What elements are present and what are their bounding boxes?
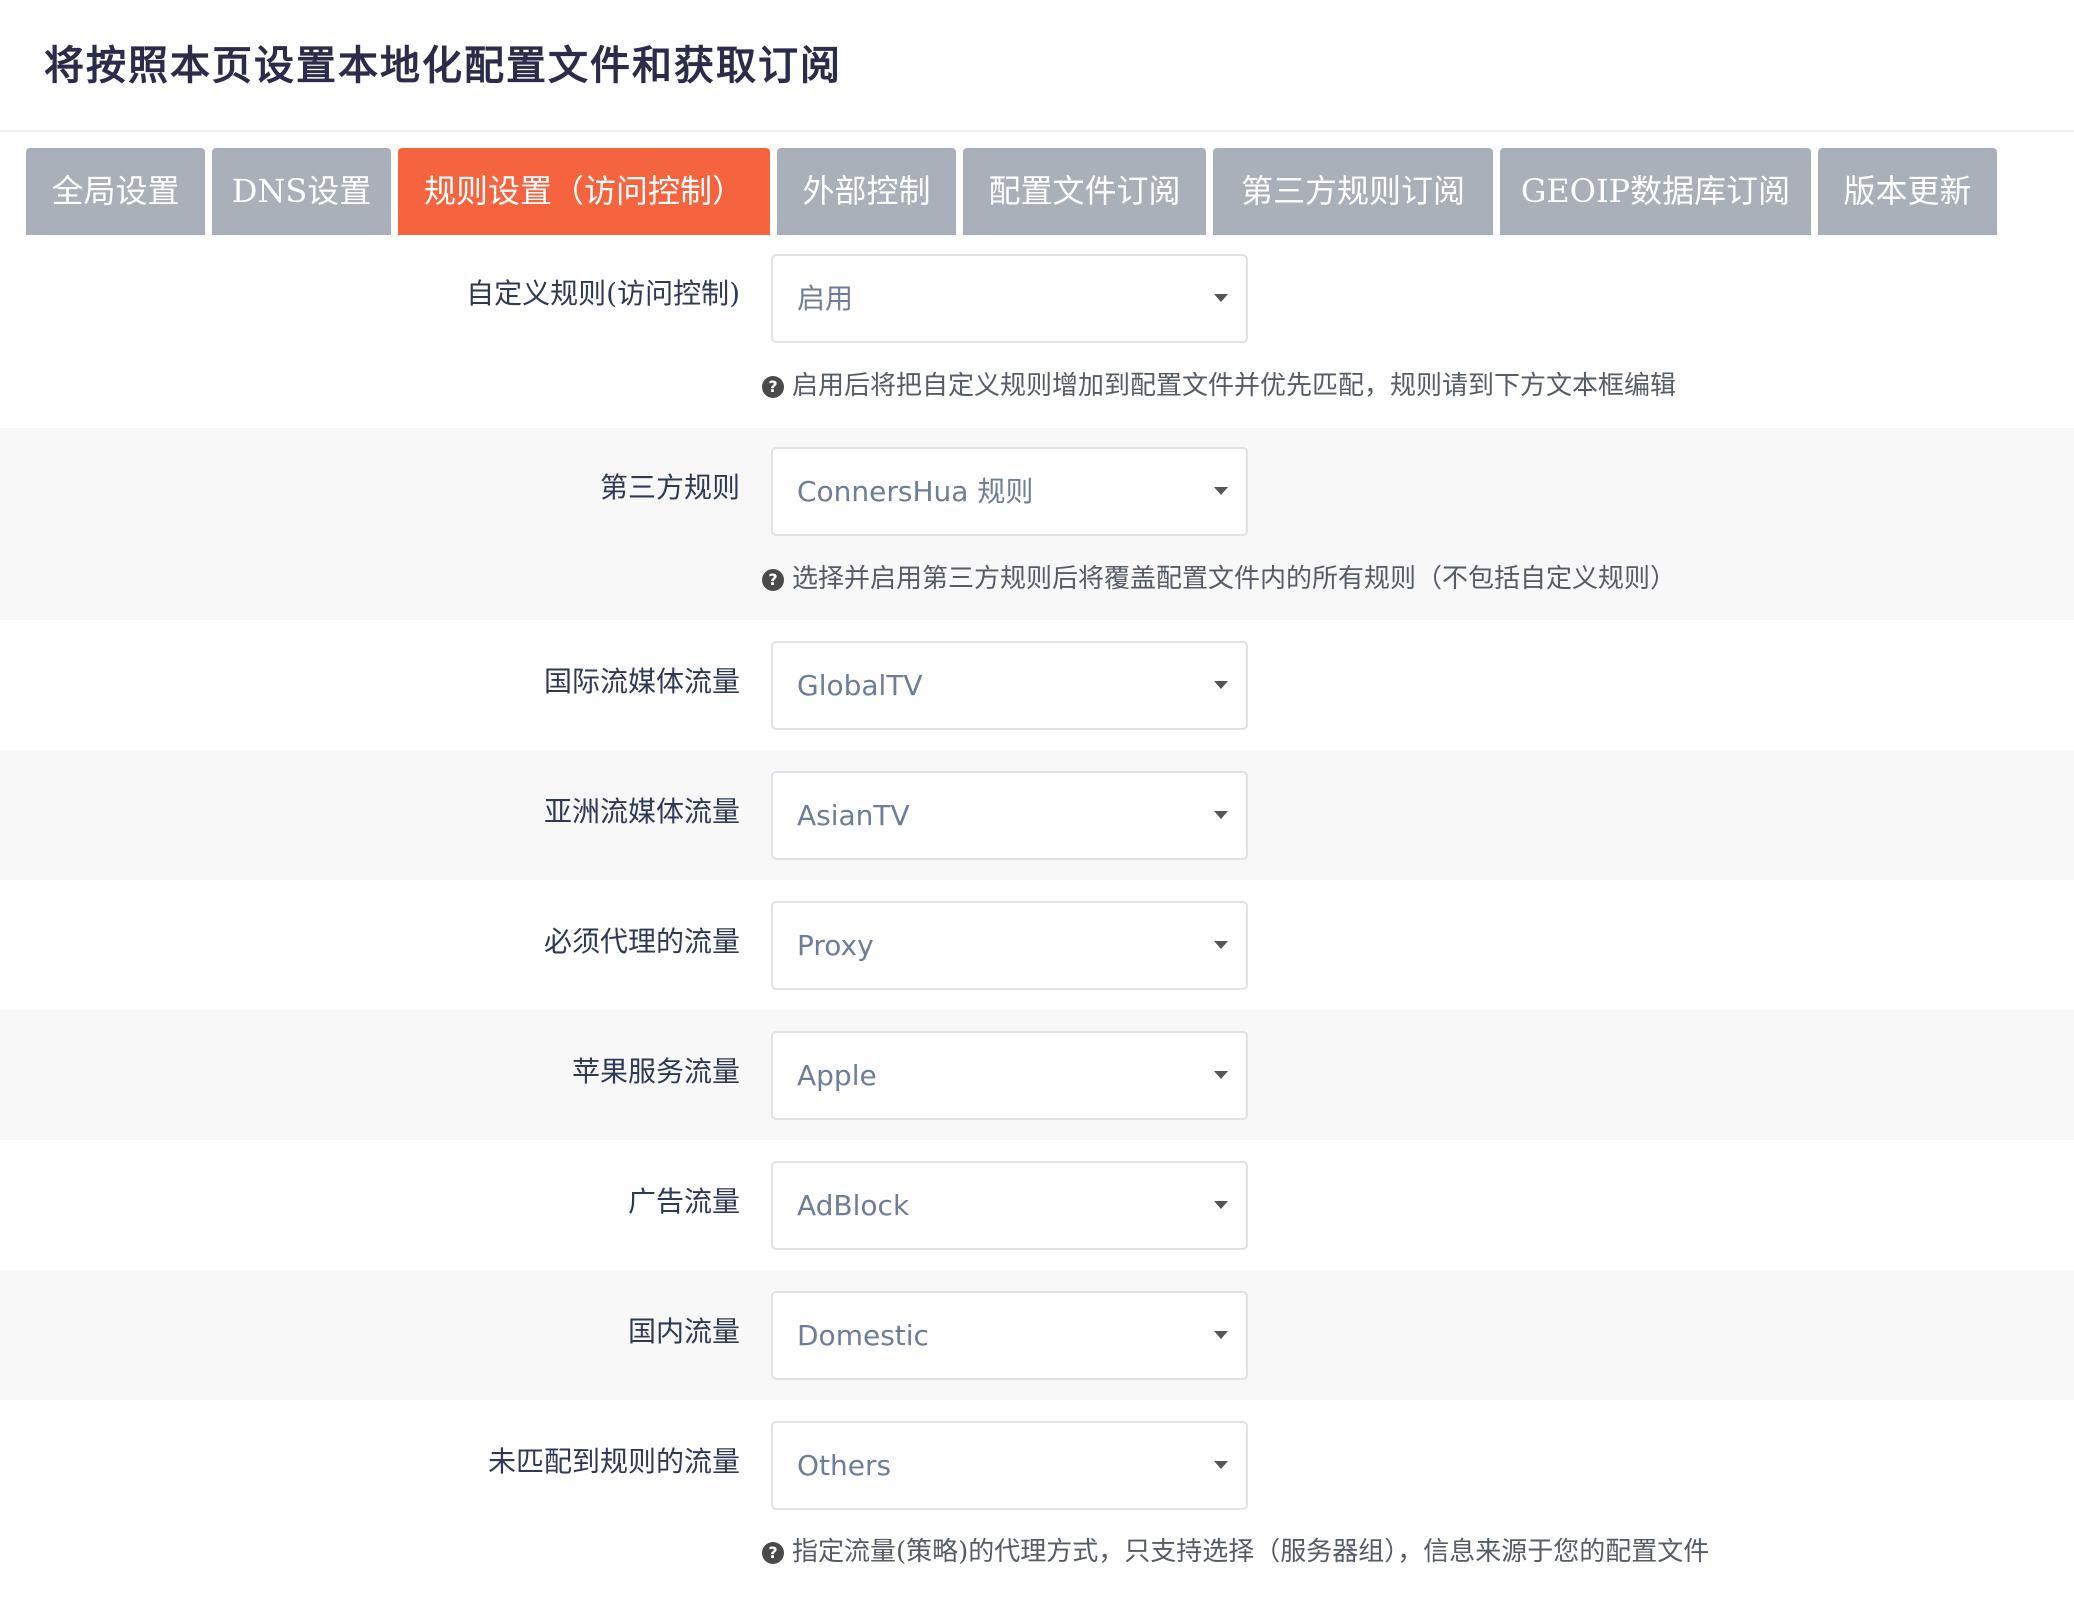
tab-third-party-rule-subscription[interactable]: 第三方规则订阅: [1213, 148, 1493, 235]
help-text-unmatched-traffic: ? 指定流量(策略)的代理方式，只支持选择（服务器组），信息来源于您的配置文件: [762, 1534, 1709, 1570]
field-label-proxy-traffic: 必须代理的流量: [543, 925, 740, 958]
caret-down-icon: [1214, 487, 1228, 495]
field-label-apple-traffic: 苹果服务流量: [571, 1055, 740, 1088]
form-row-third-party-rules: 第三方规则 ConnersHua 规则 ? 选择并启用第三方规则后将覆盖配置文件内…: [0, 428, 2074, 620]
ad-traffic-select[interactable]: AdBlock: [771, 1161, 1248, 1250]
caret-down-icon: [1214, 1331, 1228, 1339]
field-label-global-streaming: 国际流媒体流量: [543, 665, 740, 698]
select-value: Apple: [797, 1059, 877, 1092]
tab-version-update[interactable]: 版本更新: [1818, 148, 1997, 235]
form-row-global-streaming: 国际流媒体流量 GlobalTV: [0, 620, 2074, 750]
tab-dns-settings[interactable]: DNS设置: [212, 148, 391, 235]
third-party-rules-select[interactable]: ConnersHua 规则: [771, 447, 1248, 536]
form-row-proxy-traffic: 必须代理的流量 Proxy: [0, 880, 2074, 1010]
field-label-third-party-rules: 第三方规则: [599, 471, 740, 504]
select-value: Others: [797, 1449, 892, 1482]
caret-down-icon: [1214, 811, 1228, 819]
select-value: ConnersHua 规则: [797, 475, 1034, 508]
select-value: 启用: [797, 282, 854, 315]
title-divider: [0, 130, 2074, 132]
form-row-custom-rules: 自定义规则(访问控制) 启用 ? 启用后将把自定义规则增加到配置文件并优先匹配，规…: [0, 236, 2074, 428]
caret-down-icon: [1214, 941, 1228, 949]
form-row-unmatched-traffic: 未匹配到规则的流量 Others ? 指定流量(策略)的代理方式，只支持选择（服务…: [0, 1400, 2074, 1618]
domestic-traffic-select[interactable]: Domestic: [771, 1291, 1248, 1380]
tab-rule-settings[interactable]: 规则设置（访问控制）: [398, 148, 770, 235]
field-label-domestic-traffic: 国内流量: [627, 1315, 740, 1348]
unmatched-traffic-select[interactable]: Others: [771, 1421, 1248, 1510]
form-row-ad-traffic: 广告流量 AdBlock: [0, 1140, 2074, 1270]
caret-down-icon: [1214, 1201, 1228, 1209]
help-text-third-party-rules: ? 选择并启用第三方规则后将覆盖配置文件内的所有规则（不包括自定义规则）: [762, 561, 1676, 597]
apple-traffic-select[interactable]: Apple: [771, 1031, 1248, 1120]
help-text-custom-rules: ? 启用后将把自定义规则增加到配置文件并优先匹配，规则请到下方文本框编辑: [762, 368, 1676, 404]
caret-down-icon: [1214, 1071, 1228, 1079]
question-circle-icon: ?: [762, 569, 784, 591]
tab-geoip-subscription[interactable]: GEOIP数据库订阅: [1500, 148, 1811, 235]
form-row-apple-traffic: 苹果服务流量 Apple: [0, 1010, 2074, 1140]
select-value: Proxy: [797, 929, 874, 962]
field-label-asian-streaming: 亚洲流媒体流量: [543, 795, 740, 828]
field-label-ad-traffic: 广告流量: [627, 1185, 740, 1218]
form-row-domestic-traffic: 国内流量 Domestic: [0, 1270, 2074, 1400]
select-value: AsianTV: [797, 799, 910, 832]
caret-down-icon: [1214, 1461, 1228, 1469]
custom-rules-select[interactable]: 启用: [771, 254, 1248, 343]
settings-tabs: 全局设置 DNS设置 规则设置（访问控制） 外部控制 配置文件订阅 第三方规则订…: [26, 148, 1997, 235]
select-value: GlobalTV: [797, 669, 923, 702]
caret-down-icon: [1214, 681, 1228, 689]
global-streaming-select[interactable]: GlobalTV: [771, 641, 1248, 730]
proxy-traffic-select[interactable]: Proxy: [771, 901, 1248, 990]
question-circle-icon: ?: [762, 376, 784, 398]
asian-streaming-select[interactable]: AsianTV: [771, 771, 1248, 860]
caret-down-icon: [1214, 294, 1228, 302]
tab-config-subscription[interactable]: 配置文件订阅: [963, 148, 1206, 235]
tab-external-control[interactable]: 外部控制: [777, 148, 956, 235]
tab-global-settings[interactable]: 全局设置: [26, 148, 205, 235]
field-label-unmatched-traffic: 未匹配到规则的流量: [487, 1445, 740, 1478]
select-value: Domestic: [797, 1319, 929, 1352]
form-row-asian-streaming: 亚洲流媒体流量 AsianTV: [0, 750, 2074, 880]
question-circle-icon: ?: [762, 1542, 784, 1564]
field-label-custom-rules: 自定义规则(访问控制): [466, 277, 740, 310]
select-value: AdBlock: [797, 1189, 910, 1222]
page-title: 将按照本页设置本地化配置文件和获取订阅: [44, 42, 842, 89]
